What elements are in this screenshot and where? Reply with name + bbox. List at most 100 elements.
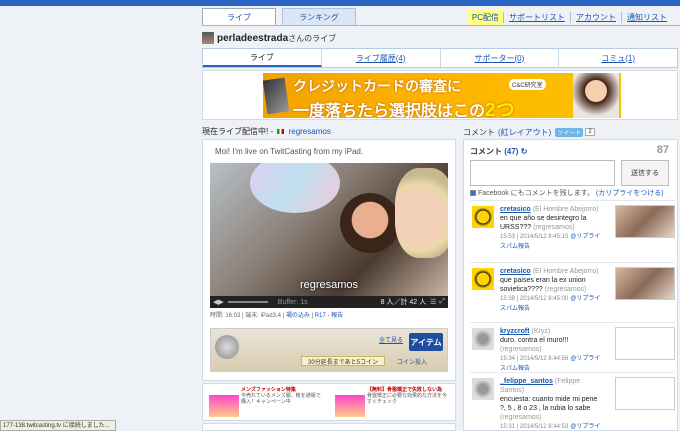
comment-input[interactable] — [470, 160, 615, 186]
text-ads: メンズファッション特集 今売れているメンズ服、靴を通販で購入！キャンペーン中 【無… — [202, 383, 456, 421]
ad-item[interactable]: メンズファッション特集 今売れているメンズ服、靴を通販で購入！キャンペーン中 — [207, 387, 322, 418]
ad-banner-box: クレジットカードの審査に 一度落ちたら選択肢はこの2つ C&C研究室 — [202, 70, 678, 120]
pc-broadcast-link[interactable]: PC配信 — [467, 10, 503, 25]
menu-icon[interactable]: ☰ — [430, 298, 436, 306]
reply-link[interactable]: (カリプライをつける) — [596, 190, 664, 197]
comments-panel: コメント (47) ↻ 87 送信する Facebook にもコメントを残します… — [463, 139, 678, 431]
banner-logo: C&C研究室 — [509, 79, 546, 90]
comment-count-link[interactable]: (47) — [504, 147, 518, 156]
avatar[interactable] — [202, 32, 214, 44]
ad-image — [209, 395, 239, 417]
item-view-all-link[interactable]: 全て見る — [379, 335, 403, 344]
buffer-status: Buffer: 1s — [277, 298, 308, 306]
item-button[interactable]: アイテム — [409, 333, 443, 351]
extension-note: 30分延長まであと5コイン — [301, 356, 385, 366]
avatar[interactable] — [472, 206, 494, 228]
top-links: PC配信 サポートリスト アカウント 通知リスト — [467, 10, 672, 25]
comment-thumbnail[interactable] — [615, 205, 675, 238]
video-player[interactable]: regresamos — [210, 163, 448, 296]
volume-slider[interactable] — [227, 301, 268, 303]
reply-link[interactable]: @リプライ — [570, 424, 600, 430]
comment-nick: (El Hombre Abejorro) — [532, 268, 599, 275]
facebook-label: Facebook にもコメントを残します。 — [478, 190, 594, 197]
status-bar: 177-138.twitcasting.tv に接続しました... — [0, 420, 116, 431]
banner-line2-emphasis: 2つ — [485, 100, 515, 118]
video-controls: ◀▶ Buffer: 1s 8 人／計 42 人 ☰ ⤢ — [210, 296, 448, 308]
rating-report-link[interactable]: R17 - 報告 — [315, 313, 343, 319]
video-scene — [250, 163, 340, 213]
live-title-link[interactable]: regresamos — [289, 127, 331, 136]
comment-thumbnail[interactable] — [615, 377, 675, 410]
comment-time: 15:38 | 2014/5/12 8:45:00 — [500, 296, 569, 302]
user-name[interactable]: perladeestrada — [217, 33, 288, 44]
comment-body: cretasico (El Hombre Abejorro) en que añ… — [500, 205, 604, 252]
divider — [202, 25, 680, 26]
comment-time: 15:53 | 2014/5/12 8:45:15 — [500, 234, 569, 240]
banner-line2: 一度落ちたら選択肢はこの2つ — [293, 95, 515, 118]
crowd-link[interactable]: 場の込み — [286, 313, 310, 319]
banner-line1: クレジットカードの審査に — [293, 78, 461, 94]
comment-tag: (regresamos) — [500, 346, 542, 353]
comment-count: コメント (47) ↻ — [470, 146, 527, 157]
ad-body: 今売れているメンズ服、靴を通販で購入！キャンペーン中 — [241, 393, 321, 405]
support-list-link[interactable]: サポートリスト — [503, 12, 570, 23]
avatar[interactable] — [472, 328, 494, 350]
comment-user[interactable]: kryzcroft — [500, 328, 530, 335]
credit-card-image — [263, 77, 290, 115]
comment-text: encuesta: cuanto mide mi pene ?, 5 , 8 o… — [500, 396, 598, 412]
comment-body: kryzcroft (Kryz) duro. contra el muro!!!… — [500, 327, 604, 374]
comment-thumbnail[interactable] — [615, 327, 675, 360]
insert-coin-button[interactable]: コイン投入 — [397, 357, 427, 366]
comment-body: _felippe_santos (Felippe Santos) encuest… — [500, 377, 604, 431]
ad-text: 【無料】骨盤矯正で失敗しない為 骨盤矯正に必要な効果的な方法を今すぐチェック — [367, 387, 447, 405]
comment-item: cretasico (El Hombre Abejorro) en que añ… — [470, 200, 675, 262]
subtab-community[interactable]: コミュ(1) — [559, 49, 677, 67]
comment-thumbnail[interactable] — [615, 267, 675, 300]
subtab-supporters[interactable]: サポーター(0) — [441, 49, 560, 67]
comment-text: duro. contra el muro!!! — [500, 337, 569, 344]
live-panel: Moi! I'm live on TwitCasting from my iPa… — [202, 139, 456, 381]
video-meta: 時間: 16:03 | 端末: iPad3,4 | 場の込み | R17 - 報… — [210, 313, 344, 319]
send-button[interactable]: 送信する — [621, 160, 669, 186]
refresh-icon[interactable]: ↻ — [521, 147, 528, 156]
mexico-flag-icon — [277, 129, 285, 134]
avatar[interactable] — [472, 378, 494, 400]
comments-label: コメント — [463, 127, 495, 137]
ad-item[interactable]: 【無料】骨盤矯正で失敗しない為 骨盤矯正に必要な効果的な方法を今すぐチェック — [333, 387, 448, 418]
avatar[interactable] — [472, 268, 494, 290]
comments-header: コメント (紅レイアウト) ツイート 2 — [463, 126, 673, 138]
lower-panel — [202, 423, 456, 431]
subtab-live[interactable]: ライブ — [203, 49, 322, 67]
layout-link[interactable]: (紅レイアウト) — [498, 127, 551, 138]
banner-line2-text: 一度落ちたら選択肢はこの — [293, 103, 486, 118]
fullscreen-icon[interactable]: ⤢ — [439, 298, 445, 306]
ad-image — [335, 395, 365, 417]
ad-body: 骨盤矯正に必要な効果的な方法を今すぐチェック — [367, 393, 448, 405]
comment-user[interactable]: cretasico — [500, 206, 531, 213]
device-info: 端末: iPad3,4 — [245, 313, 281, 319]
ad-text: メンズファッション特集 今売れているメンズ服、靴を通販で購入！キャンペーン中 — [241, 387, 321, 405]
account-link[interactable]: アカウント — [570, 12, 621, 23]
main-tabs: ライブ ランキング — [202, 8, 362, 25]
comment-count-label: コメント — [470, 147, 502, 156]
banner-model-image — [573, 73, 619, 118]
coin-icon — [215, 335, 239, 359]
live-header-prefix: 現在ライブ配信中! - — [202, 127, 274, 136]
comment-user[interactable]: _felippe_santos — [500, 378, 553, 385]
ad-banner[interactable]: クレジットカードの審査に 一度落ちたら選択肢はこの2つ C&C研究室 — [263, 73, 621, 118]
comment-user[interactable]: cretasico — [500, 268, 531, 275]
tweet-button[interactable]: ツイート — [555, 127, 584, 137]
tab-live[interactable]: ライブ — [202, 8, 276, 25]
char-remaining: 87 — [656, 144, 669, 156]
facebook-option: Facebook にもコメントを残します。 (カリプライをつける) — [470, 188, 664, 198]
subtab-history[interactable]: ライブ履歴(4) — [322, 49, 441, 67]
live-header: 現在ライブ配信中! - regresamos — [202, 126, 456, 138]
top-bar — [0, 0, 680, 6]
tab-ranking[interactable]: ランキング — [282, 8, 356, 25]
notification-list-link[interactable]: 通知リスト — [621, 12, 672, 23]
comment-nick: (Kryz) — [531, 328, 551, 335]
play-icon[interactable]: ◀▶ — [213, 298, 224, 306]
facebook-checkbox[interactable] — [470, 190, 476, 197]
viewer-count: 8 人／計 42 人 — [380, 299, 427, 306]
broadcast-time: 時間: 16:03 — [210, 313, 241, 319]
